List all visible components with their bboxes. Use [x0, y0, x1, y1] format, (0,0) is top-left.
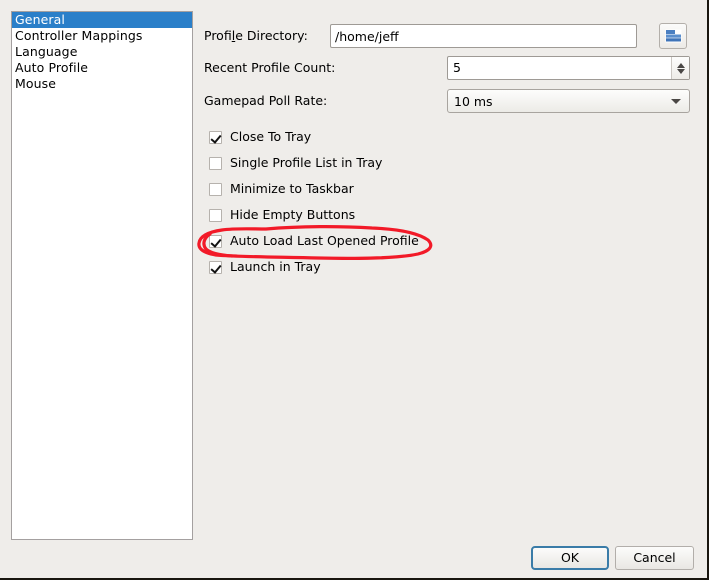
- general-settings-form: Profile Directory: Recent Profile Count:…: [204, 0, 694, 578]
- gamepad-poll-rate-row: Gamepad Poll Rate: 10 ms: [204, 89, 694, 113]
- gamepad-poll-rate-value: 10 ms: [454, 93, 493, 109]
- cancel-button[interactable]: Cancel: [615, 546, 694, 570]
- checkbox-indicator[interactable]: [209, 130, 222, 144]
- checkbox-single-profile-list-in-tray[interactable]: Single Profile List in Tray: [209, 152, 382, 174]
- recent-profile-count-label: Recent Profile Count:: [204, 60, 336, 75]
- ok-button[interactable]: OK: [531, 546, 609, 570]
- profile-directory-row: Profile Directory:: [204, 23, 694, 49]
- checkbox-label: Hide Empty Buttons: [230, 207, 356, 222]
- spinner-up-icon[interactable]: [676, 62, 685, 68]
- gamepad-poll-rate-select[interactable]: 10 ms: [447, 89, 690, 113]
- checkbox-indicator[interactable]: [209, 208, 222, 222]
- checkbox-launch-in-tray[interactable]: Launch in Tray: [209, 256, 321, 278]
- checkbox-indicator[interactable]: [209, 156, 222, 170]
- recent-profile-count-stepper[interactable]: 5: [447, 56, 690, 80]
- checkbox-minimize-to-taskbar[interactable]: Minimize to Taskbar: [209, 178, 354, 200]
- sidebar-item-label: Auto Profile: [15, 60, 89, 75]
- gamepad-poll-rate-label: Gamepad Poll Rate:: [204, 93, 328, 108]
- browse-folder-button[interactable]: [659, 23, 687, 49]
- spinner-down-icon[interactable]: [676, 68, 685, 74]
- chevron-down-icon[interactable]: [663, 98, 689, 104]
- checkbox-label: Auto Load Last Opened Profile: [230, 233, 419, 248]
- recent-profile-count-row: Recent Profile Count: 5: [204, 56, 694, 80]
- checkbox-hide-empty-buttons[interactable]: Hide Empty Buttons: [209, 204, 355, 226]
- checkbox-auto-load-last-opened-profile[interactable]: Auto Load Last Opened Profile: [209, 230, 419, 252]
- profile-directory-label: Profile Directory:: [204, 28, 308, 43]
- checkbox-label: Single Profile List in Tray: [230, 155, 383, 170]
- checkbox-label: Launch in Tray: [230, 259, 321, 274]
- sidebar-item-controller-mappings[interactable]: Controller Mappings: [12, 28, 192, 44]
- checkbox-label: Minimize to Taskbar: [230, 181, 354, 196]
- sidebar-item-auto-profile[interactable]: Auto Profile: [12, 60, 192, 76]
- sidebar-item-language[interactable]: Language: [12, 44, 192, 60]
- sidebar-item-mouse[interactable]: Mouse: [12, 76, 192, 92]
- sidebar-item-label: General: [15, 12, 65, 27]
- checkbox-indicator[interactable]: [209, 182, 222, 196]
- recent-profile-count-value[interactable]: 5: [448, 57, 671, 79]
- checkbox-indicator[interactable]: [209, 260, 222, 274]
- sidebar-item-label: Controller Mappings: [15, 28, 143, 43]
- checkbox-label: Close To Tray: [230, 129, 312, 144]
- profile-directory-input[interactable]: [330, 24, 637, 48]
- sidebar-item-label: Mouse: [15, 76, 57, 91]
- checkbox-close-to-tray[interactable]: Close To Tray: [209, 126, 311, 148]
- settings-dialog: General Controller Mappings Language Aut…: [0, 0, 709, 580]
- folder-icon: [665, 29, 681, 43]
- checkbox-indicator[interactable]: [209, 234, 222, 248]
- sidebar-item-general[interactable]: General: [12, 12, 192, 28]
- category-list[interactable]: General Controller Mappings Language Aut…: [11, 11, 193, 540]
- stepper-buttons[interactable]: [671, 57, 689, 79]
- sidebar-item-label: Language: [15, 44, 78, 59]
